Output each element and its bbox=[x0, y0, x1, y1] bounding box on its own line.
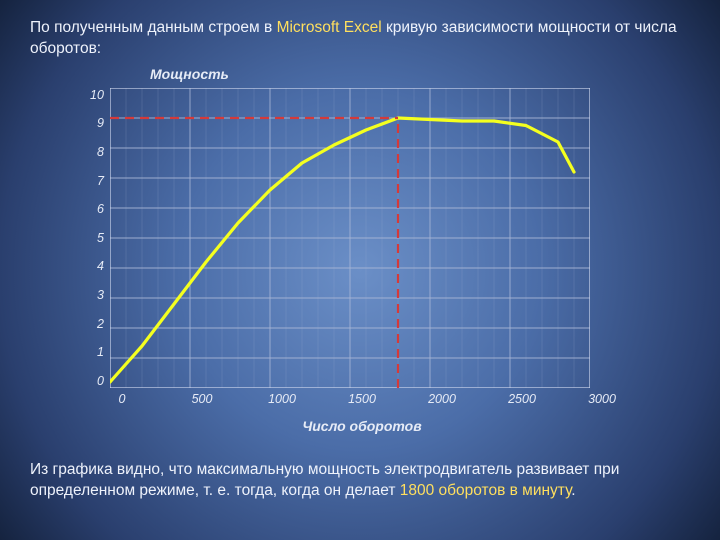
chart: Мощность 109876543210 050010001500200025… bbox=[90, 66, 650, 434]
y-axis-ticks: 109876543210 bbox=[90, 88, 110, 388]
plot-area bbox=[110, 88, 590, 388]
y-axis-title: Мощность bbox=[150, 66, 650, 82]
outro-text: Из графика видно, что максимальную мощно… bbox=[30, 460, 690, 502]
intro-excel: Microsoft Excel bbox=[277, 19, 382, 36]
intro-text: По полученным данным строем в Microsoft … bbox=[30, 18, 690, 60]
outro-post: . bbox=[571, 482, 575, 499]
x-axis-ticks: 050010001500200025003000 bbox=[122, 388, 602, 408]
x-axis-title: Число оборотов bbox=[122, 418, 602, 434]
intro-pre: По полученным данным строем в bbox=[30, 19, 277, 36]
outro-highlight: 1800 оборотов в минуту bbox=[400, 482, 572, 499]
